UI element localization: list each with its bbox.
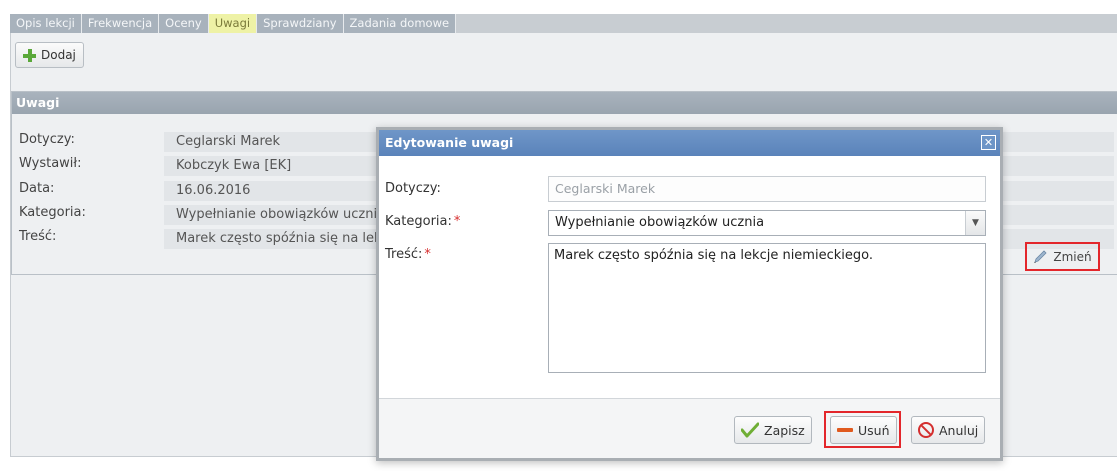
field-label: Wystawił:	[19, 156, 82, 171]
dotyczy-field: Ceglarski Marek	[548, 176, 986, 202]
kategoria-select[interactable]: Wypełnianie obowiązków ucznia ▼	[548, 210, 986, 236]
dialog-footer: Zapisz Usuń Anuluj	[379, 398, 1000, 458]
tab-sprawdziany[interactable]: Sprawdziany	[257, 14, 344, 33]
tab-zadania-domowe[interactable]: Zadania domowe	[343, 14, 457, 33]
field-label: Data:	[19, 181, 55, 196]
cancel-button[interactable]: Anuluj	[911, 416, 986, 444]
pencil-icon	[1034, 249, 1047, 263]
edit-button[interactable]: Zmień	[1033, 249, 1092, 264]
dialog-title-text: Edytowanie uwagi	[385, 135, 514, 150]
tab-oceny[interactable]: Oceny	[159, 14, 209, 33]
save-button[interactable]: Zapisz	[734, 416, 812, 444]
tab-bar: Opis lekcji Frekwencja Oceny Uwagi Spraw…	[10, 14, 1117, 33]
tab-opis-lekcji[interactable]: Opis lekcji	[10, 14, 82, 33]
required-marker: *	[453, 214, 461, 229]
plus-icon	[23, 48, 36, 62]
tresc-textarea[interactable]: Marek często spóźnia się na lekcje niemi…	[548, 243, 986, 373]
field-label: Treść:	[19, 229, 57, 244]
minus-icon	[837, 428, 853, 432]
edit-button-highlight[interactable]: Zmień	[1025, 242, 1100, 271]
tab-frekwencja[interactable]: Frekwencja	[81, 14, 160, 33]
add-button[interactable]: Dodaj	[15, 42, 84, 68]
tab-uwagi[interactable]: Uwagi	[208, 14, 258, 33]
dotyczy-label: Dotyczy:	[385, 181, 441, 196]
cancel-icon	[918, 422, 934, 438]
tresc-label: Treść: *	[385, 247, 431, 262]
delete-button[interactable]: Usuń	[830, 416, 897, 444]
chevron-down-icon[interactable]: ▼	[965, 211, 985, 235]
add-button-label: Dodaj	[41, 48, 76, 62]
toolbar: Dodaj	[15, 42, 84, 68]
kategoria-selected-value: Wypełnianie obowiązków ucznia	[555, 215, 765, 230]
panel-title: Uwagi	[12, 92, 1117, 114]
checkmark-icon	[741, 422, 759, 438]
edit-note-dialog: Edytowanie uwagi ✕ Dotyczy: Ceglarski Ma…	[376, 127, 1003, 461]
field-label: Kategoria:	[19, 205, 86, 220]
dialog-title: Edytowanie uwagi	[379, 130, 1000, 156]
kategoria-label: Kategoria: *	[385, 214, 461, 229]
save-button-label: Zapisz	[764, 422, 805, 438]
edit-button-label: Zmień	[1053, 249, 1092, 264]
delete-button-label: Usuń	[858, 422, 890, 438]
cancel-button-label: Anuluj	[939, 422, 979, 438]
field-label: Dotyczy:	[19, 132, 75, 147]
close-icon[interactable]: ✕	[981, 135, 996, 150]
required-marker: *	[424, 247, 431, 262]
